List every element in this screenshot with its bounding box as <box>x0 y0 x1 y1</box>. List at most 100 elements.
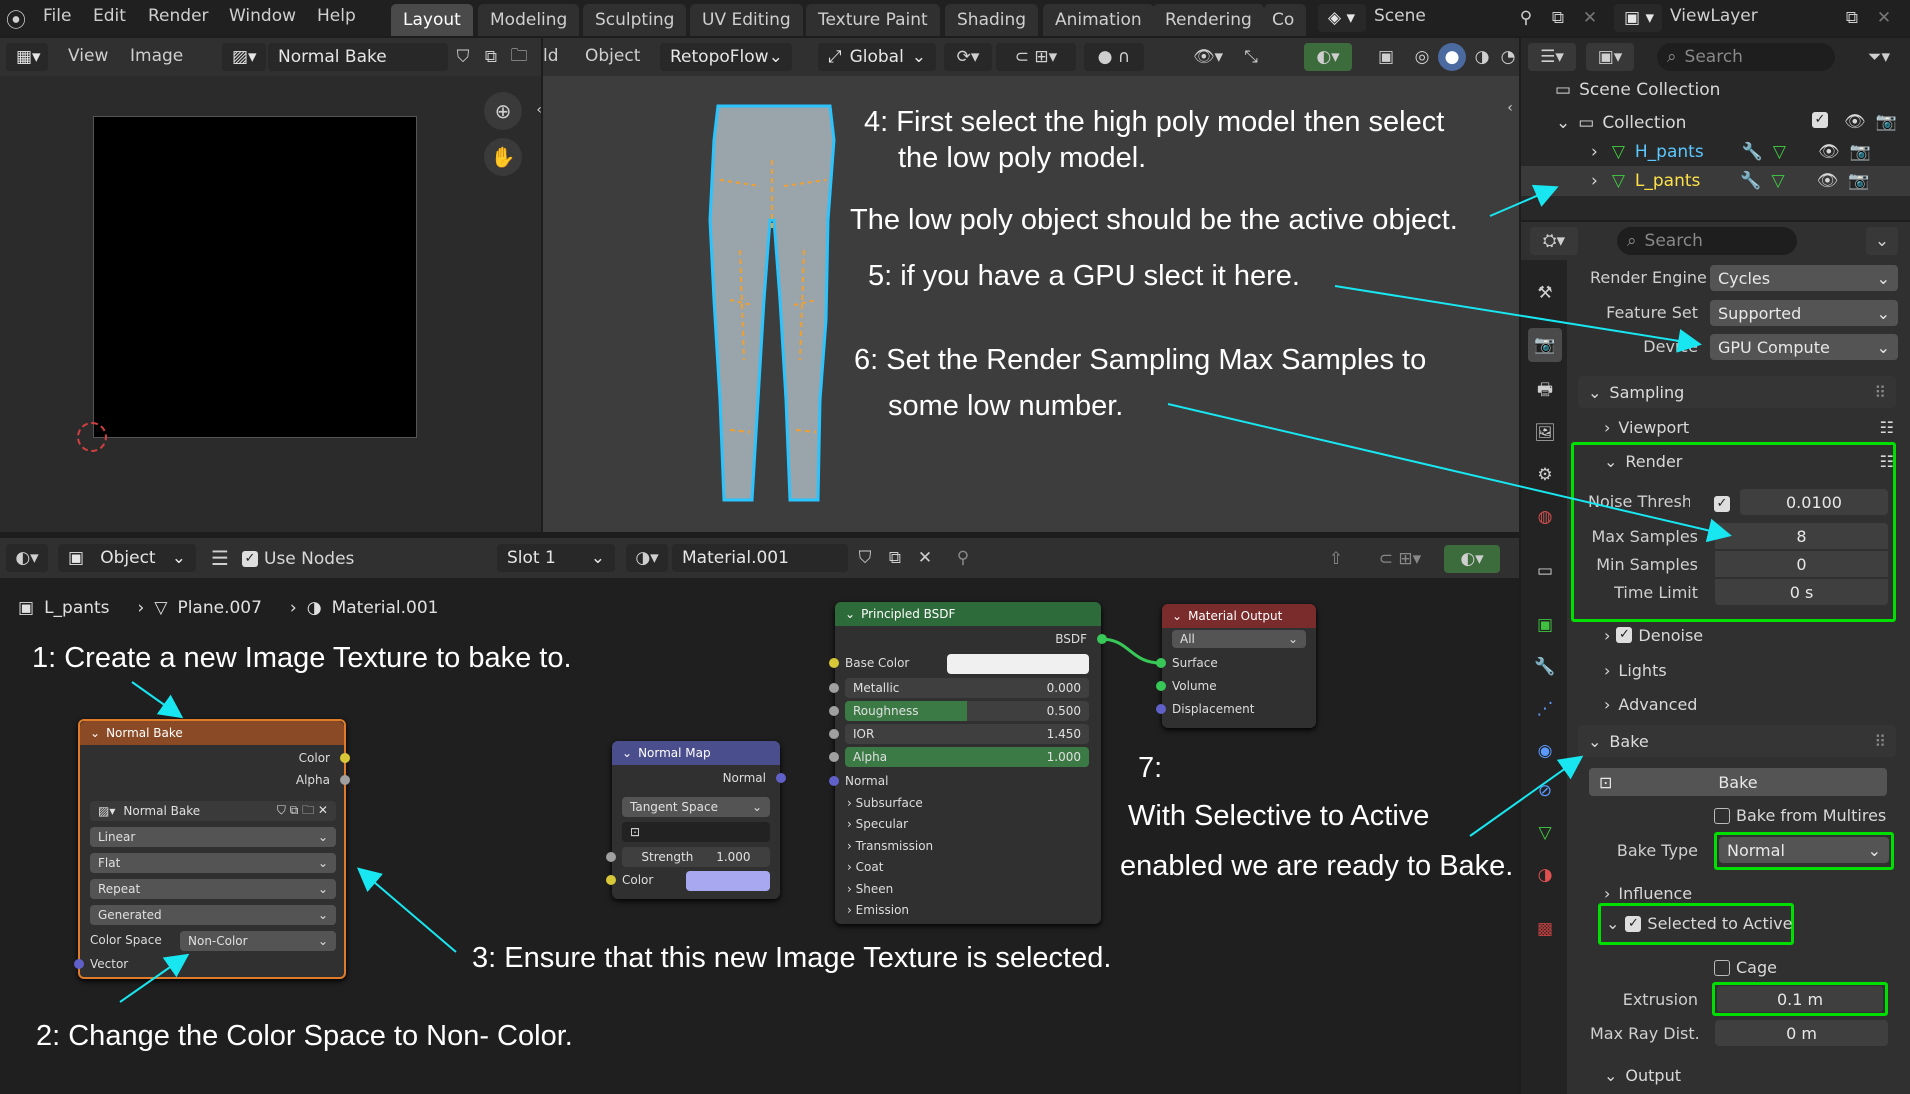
node-overlay-icon[interactable]: ◐▾ <box>1444 545 1500 573</box>
rendered-shading-icon[interactable]: ◔ <box>1496 43 1520 71</box>
menu-view[interactable]: View <box>68 46 108 66</box>
projection-dropdown[interactable]: Flat ⌄ <box>90 853 336 873</box>
pants-model-image[interactable] <box>700 100 850 510</box>
coat-panel[interactable]: › Coat <box>847 860 883 874</box>
retopoflow-dropdown[interactable]: RetopoFlow ⌄ <box>660 43 792 71</box>
tab-animation[interactable]: Animation <box>1043 4 1154 36</box>
tool-tab-icon[interactable]: ⚒ <box>1530 278 1560 308</box>
visibility-icon[interactable]: 👁▾ <box>1184 43 1232 71</box>
hand-pan-icon[interactable]: ✋ <box>484 138 522 176</box>
pin-icon[interactable]: ⚲ <box>950 545 976 571</box>
viewport-subpanel[interactable]: › Viewport ☷ <box>1604 414 1894 440</box>
image-texture-node-header[interactable]: ⌄ Normal Bake <box>80 721 344 745</box>
bake-type-dropdown[interactable]: Normal ⌄ <box>1719 837 1889 863</box>
image-name-field[interactable]: Normal Bake <box>268 43 448 71</box>
unlink-material-icon[interactable]: ✕ <box>912 545 938 571</box>
use-nodes-checkbox[interactable]: ✓ Use Nodes <box>242 549 354 569</box>
camera-icon[interactable]: 📷 <box>1876 112 1897 132</box>
slot-dropdown[interactable]: Slot 1 ⌄ <box>497 544 615 572</box>
outliner-search-input[interactable]: ⌕ Search <box>1657 43 1835 71</box>
menu-add[interactable]: ld <box>543 46 565 66</box>
menu-window[interactable]: Window <box>229 6 296 26</box>
menu-file[interactable]: File <box>43 6 71 26</box>
subsurface-panel[interactable]: › Subsurface <box>847 796 923 810</box>
image-browse-button[interactable]: ▨▾ <box>222 43 266 71</box>
render-engine-dropdown[interactable]: Cycles ⌄ <box>1710 265 1898 291</box>
roughness-socket[interactable] <box>829 706 839 716</box>
color-input-socket[interactable] <box>606 875 616 885</box>
scene-name[interactable]: Scene <box>1374 6 1426 26</box>
output-node-header[interactable]: ⌄ Material Output <box>1162 604 1316 628</box>
tab-uv-editing[interactable]: UV Editing <box>690 4 803 36</box>
transform-orientation-dropdown[interactable]: ⤢ Global ⌄ <box>818 43 936 71</box>
camera-icon[interactable]: 📷 <box>1848 171 1869 191</box>
bake-output-subpanel[interactable]: ⌄ Output <box>1604 1062 1894 1088</box>
sheen-panel[interactable]: › Sheen <box>847 882 893 896</box>
viewlayer-selector-button[interactable]: ▣ ▾ <box>1614 4 1662 32</box>
material-browse-icon[interactable]: ◑▾ <box>626 544 668 572</box>
material-output-node[interactable]: ⌄ Material Output All ⌄ Surface Volume Dis… <box>1156 604 1316 728</box>
menu-help[interactable]: Help <box>317 6 356 26</box>
extension-dropdown[interactable]: Repeat ⌄ <box>90 879 336 899</box>
source-dropdown[interactable]: Generated ⌄ <box>90 905 336 925</box>
strength-input-socket[interactable] <box>606 852 616 862</box>
min-samples-field[interactable]: 0 <box>1715 551 1888 577</box>
2d-cursor-icon[interactable] <box>77 422 107 452</box>
filter-icon[interactable]: ⏷▾ <box>1856 43 1902 71</box>
lights-subpanel[interactable]: › Lights <box>1604 657 1894 683</box>
menu-edit[interactable]: Edit <box>93 6 126 26</box>
node-snap-icon[interactable]: ⊂ ⊞▾ <box>1360 545 1440 573</box>
properties-options-icon[interactable]: ⌄ <box>1866 227 1898 255</box>
collection-tab-icon[interactable]: ▭ <box>1530 556 1560 586</box>
metallic-socket[interactable] <box>829 683 839 693</box>
duplicate-material-icon[interactable]: ⧉ <box>882 545 908 571</box>
vector-input-socket[interactable] <box>74 959 84 969</box>
eye-icon[interactable]: 👁 <box>1818 142 1840 162</box>
tab-sculpting[interactable]: Sculpting <box>583 4 687 36</box>
time-limit-field[interactable]: 0 s <box>1715 579 1888 605</box>
normal-map-node[interactable]: ⌄ Normal Map Normal Tangent Space ⌄ ⊡ Stre… <box>606 741 786 899</box>
tab-rendering[interactable]: Rendering <box>1153 4 1264 36</box>
fake-user-shield-icon[interactable]: ⛉ <box>450 44 476 70</box>
fake-user-shield-icon[interactable]: ⛉ <box>852 545 878 571</box>
snap-icon[interactable]: ⊂ ⊞▾ <box>996 43 1076 71</box>
max-ray-distance-field[interactable]: 0 m <box>1715 1020 1888 1046</box>
strength-field[interactable]: Strength 1.000 <box>622 847 770 867</box>
display-mode-icon[interactable]: ▣▾ <box>1586 43 1634 71</box>
metallic-field[interactable]: Metallic 0.000 <box>845 678 1089 698</box>
baked-image-canvas[interactable] <box>93 116 417 438</box>
sampling-panel-header[interactable]: ⌄ Sampling ⠿ <box>1578 376 1896 408</box>
view-layer-tab-icon[interactable]: 🖼 <box>1530 418 1560 448</box>
output-target-dropdown[interactable]: All ⌄ <box>1172 630 1306 648</box>
world-tab-icon[interactable]: ◍ <box>1530 502 1560 532</box>
bsdf-output-socket[interactable] <box>1097 634 1107 644</box>
transmission-panel[interactable]: › Transmission <box>847 839 933 853</box>
alpha-socket[interactable] <box>829 752 839 762</box>
physics-tab-icon[interactable]: ◉ <box>1530 736 1560 766</box>
material-name-field[interactable]: Material.001 <box>672 544 848 572</box>
max-samples-field[interactable]: 8 <box>1715 523 1888 549</box>
image-selector-field[interactable]: ▨▾ Normal Bake ⛉ ⧉ 🗀 ✕ <box>90 801 336 821</box>
breadcrumb-mesh[interactable]: Plane.007 <box>177 598 261 618</box>
new-image-icon[interactable]: ⧉ <box>478 44 504 70</box>
ior-socket[interactable] <box>829 729 839 739</box>
bake-from-multires-checkbox[interactable]: Bake from Multires <box>1714 806 1886 825</box>
eye-icon[interactable]: 👁 <box>1817 171 1839 191</box>
bake-panel-header[interactable]: ⌄ Bake ⠿ <box>1578 725 1896 757</box>
uv-map-field[interactable]: ⊡ <box>622 822 770 842</box>
texture-tab-icon[interactable]: ▩ <box>1530 914 1560 944</box>
data-tab-icon[interactable]: ▽ <box>1530 818 1560 848</box>
ior-field[interactable]: IOR 1.450 <box>845 724 1089 744</box>
properties-search-input[interactable]: ⌕ Search <box>1617 227 1797 255</box>
pin-icon[interactable]: ⚲ <box>1512 4 1540 32</box>
remove-viewlayer-icon[interactable]: ✕ <box>1870 4 1898 32</box>
wireframe-shading-icon[interactable]: ◎ <box>1408 43 1436 71</box>
menu-object[interactable]: Object <box>585 46 640 66</box>
base-color-socket[interactable] <box>829 658 839 668</box>
tab-modeling[interactable]: Modeling <box>478 4 580 36</box>
image-texture-node[interactable]: ⌄ Normal Bake Color Alpha ▨▾ Normal Bake ⛉ … <box>74 719 350 979</box>
object-tab-icon[interactable]: ▣ <box>1530 610 1560 640</box>
emission-panel[interactable]: › Emission <box>847 903 909 917</box>
gizmo-icon[interactable]: ⤡ <box>1236 43 1266 71</box>
material-shading-icon[interactable]: ◑ <box>1468 43 1496 71</box>
